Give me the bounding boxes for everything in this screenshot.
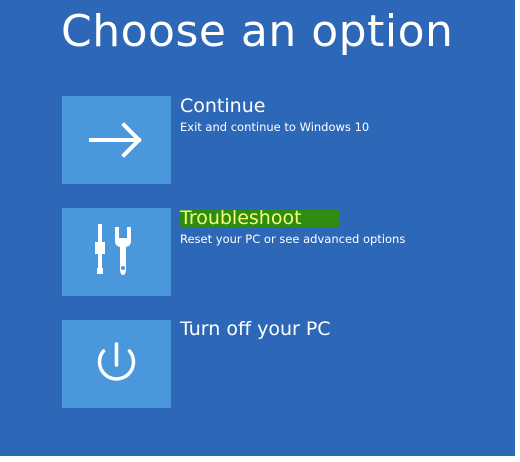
page-title: Choose an option bbox=[61, 6, 454, 57]
turn-off-tile[interactable] bbox=[62, 320, 171, 408]
option-continue[interactable]: Continue Exit and continue to Windows 10 bbox=[62, 95, 482, 184]
continue-tile[interactable] bbox=[62, 96, 171, 184]
tools-icon bbox=[95, 224, 131, 275]
option-description: Exit and continue to Windows 10 bbox=[180, 120, 370, 134]
option-title: Continue bbox=[180, 95, 266, 117]
option-turn-off[interactable]: Turn off your PC bbox=[62, 318, 482, 408]
arrow-right-icon bbox=[89, 122, 142, 158]
option-title: Troubleshoot bbox=[180, 207, 302, 229]
option-troubleshoot[interactable]: Troubleshoot Reset your PC or see advanc… bbox=[62, 207, 482, 296]
option-title: Turn off your PC bbox=[180, 318, 331, 340]
option-description: Reset your PC or see advanced options bbox=[180, 232, 406, 246]
recovery-screen: Choose an option Continue Exit and conti… bbox=[0, 0, 515, 456]
troubleshoot-tile[interactable] bbox=[62, 208, 171, 296]
power-icon bbox=[97, 342, 136, 381]
